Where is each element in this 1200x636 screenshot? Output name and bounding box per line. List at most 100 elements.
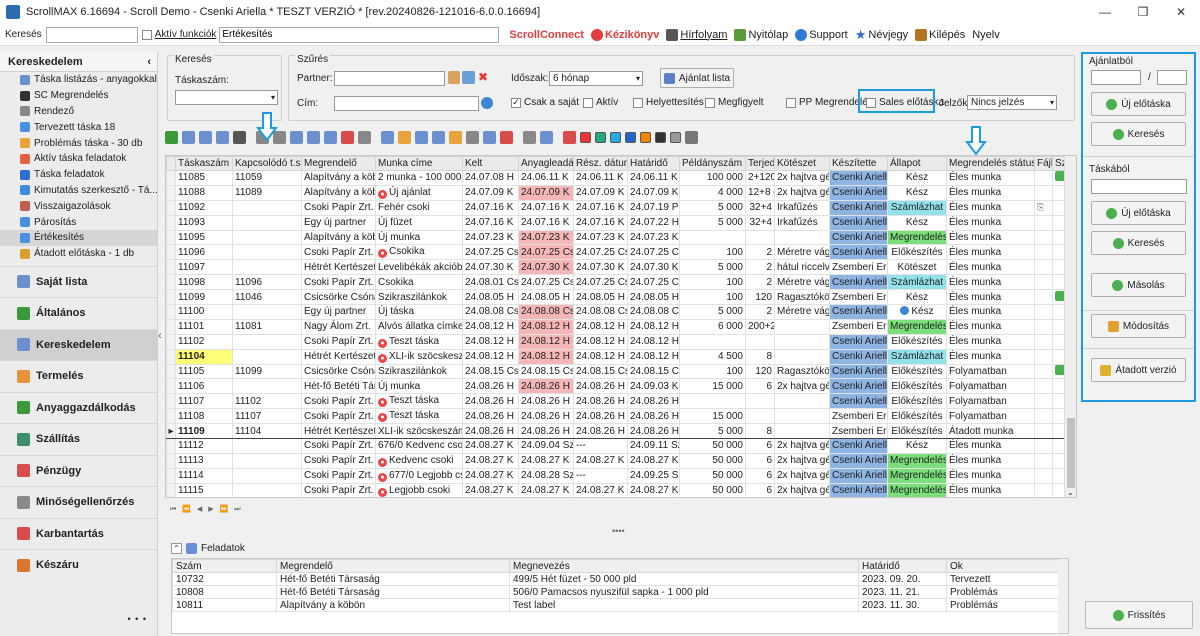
column-header[interactable]: Munka címe (375, 156, 463, 171)
scroll-thumb[interactable] (1067, 418, 1075, 488)
table-row[interactable]: 11096 Csoki Papír Zrt. ● Csokika 24.07.25 Cs… (166, 244, 1074, 261)
toolbar-icon[interactable] (415, 130, 428, 144)
nav-main-item[interactable]: Anyaggazdálkodás (0, 391, 157, 424)
table-row[interactable]: 11114 Csoki Papír Zrt.●677/0 Legjobb csok… (166, 467, 1074, 484)
checkbox-box[interactable] (786, 97, 796, 108)
global-search-input[interactable] (45, 26, 138, 43)
column-header[interactable]: Megrendelő (301, 156, 376, 171)
table-row[interactable]: 11100 Egy új partner Új táska 24.08.08 Cs 24… (166, 304, 1074, 320)
toolbar-icon[interactable] (685, 130, 698, 144)
table-row[interactable]: 11104 Hétrét Kertészeti K●XLI-ik szöcskes… (166, 348, 1074, 365)
nav-main-item[interactable]: Kereskedelem (0, 328, 157, 361)
toolbar-icon[interactable] (625, 131, 636, 143)
close-button[interactable]: ✕ (1162, 0, 1200, 24)
table-row[interactable]: 1110511099Csicsörke Csónakh.Szikraszilán… (166, 363, 1074, 380)
nav-subitem[interactable]: Aktív táska feladatok (0, 151, 157, 167)
nav-subitem[interactable]: Párosítás (0, 214, 157, 230)
table-row[interactable]: 11102 Csoki Papír Zrt. ● Teszt táska 24.08.1… (166, 333, 1074, 350)
partner-person-icon[interactable] (448, 71, 460, 84)
active-functions-input[interactable] (219, 26, 500, 43)
table-row[interactable]: 11101 11081 Nagy Álom Zrt. Alvós állatka cí… (166, 318, 1074, 335)
toolbar-icon[interactable] (449, 130, 462, 144)
menu-nyelv[interactable]: Nyelv (972, 29, 1000, 41)
row-indicator[interactable] (166, 438, 176, 454)
menu-kilepes[interactable]: Kilépés (915, 28, 965, 41)
tasks-column-header[interactable]: Szám (172, 559, 277, 573)
row-indicator[interactable] (166, 229, 176, 246)
row-indicator[interactable] (166, 214, 176, 231)
filter-checkbox[interactable]: Aktív (583, 97, 618, 108)
active-functions-checkbox[interactable] (141, 29, 152, 40)
nav-main-item[interactable]: Szállítás (0, 423, 157, 455)
table-row[interactable]: 1108811089Alapítvány a köbör●Új ajánlat2… (166, 184, 1074, 201)
bag-number-combo[interactable]: ▾ (175, 90, 278, 105)
minimize-button[interactable]: — (1086, 0, 1124, 24)
offer-version-input[interactable] (1157, 70, 1187, 85)
menu-scrollconnect[interactable]: ScrollConnect (509, 29, 584, 41)
attachment-icon[interactable]: ⎘ (1037, 202, 1044, 213)
column-header[interactable]: Kelt (462, 156, 519, 171)
partner-list-icon[interactable] (462, 71, 475, 84)
table-row[interactable]: 11097 Hétrét Kertészeti KLevelibékák akci… (166, 259, 1074, 276)
table-row[interactable]: 11095Alapítvány a köbörÚj munka24.07.23 … (166, 229, 1074, 246)
tasks-column-header[interactable]: Megnevezés (509, 559, 859, 573)
toolbar-icon[interactable] (381, 130, 394, 144)
row-indicator[interactable] (166, 408, 176, 425)
bag-source-input[interactable] (1091, 179, 1187, 194)
toolbar-icon[interactable] (523, 130, 536, 144)
menu-support[interactable]: Support (795, 28, 848, 41)
copy-button[interactable]: Másolás (1091, 273, 1186, 297)
row-indicator[interactable] (166, 333, 176, 350)
table-row[interactable]: 11098 11096 Csoki Papír Zrt. Csokika 24.08.0… (166, 274, 1074, 291)
toolbar-icon[interactable] (307, 130, 320, 144)
task-row[interactable]: 10808 Hét-fő Betéti Társaság 506/0 Pamacso… (172, 585, 1061, 599)
filter-checkbox[interactable]: Helyettesítés (633, 97, 704, 108)
checkbox-box[interactable] (583, 97, 593, 108)
toolbar-icon[interactable] (466, 130, 479, 144)
nav-main-item[interactable]: Pénzügy (0, 454, 157, 487)
checkbox-box[interactable] (633, 97, 643, 108)
row-indicator[interactable] (166, 304, 176, 320)
table-row[interactable]: 11112 Csoki Papír Zrt. 676/0 Kedvenc csoki… (166, 438, 1074, 454)
column-header[interactable]: Állapot (887, 156, 947, 171)
menu-nevjegy[interactable]: ★ Névjegy (855, 27, 908, 43)
new-pre-bag-button[interactable]: Új előtáska (1091, 92, 1186, 116)
toolbar-icon[interactable] (610, 131, 621, 143)
nav-subitem[interactable]: Visszaigazolások (0, 198, 157, 214)
row-indicator[interactable]: ▸ (166, 423, 176, 440)
nav-subitem[interactable]: Értékesítés (0, 229, 157, 246)
nav-main-item[interactable]: Általános (0, 297, 157, 329)
column-header[interactable]: Fájl (1034, 156, 1053, 171)
menu-nyitolap[interactable]: Nyitólap (734, 28, 788, 41)
toolbar-icon[interactable] (563, 130, 576, 144)
row-indicator[interactable] (166, 170, 176, 186)
period-select[interactable]: 6 hónap ▾ (549, 71, 643, 86)
table-row[interactable]: 11092 Csoki Papír Zrt. Fehér csoki 24.07.16… (166, 199, 1074, 216)
row-indicator[interactable] (166, 348, 176, 365)
column-header[interactable]: Példányszám (679, 156, 746, 171)
tasks-column-header[interactable]: Megrendelő (276, 559, 510, 573)
toolbar-icon[interactable] (540, 130, 553, 144)
table-row[interactable]: 11115 Csoki Papír Zrt. ● Legjobb csoki 24.08… (166, 482, 1074, 497)
nav-subitem[interactable]: Tervezett táska 18 (0, 119, 157, 135)
row-indicator[interactable] (166, 184, 176, 201)
toolbar-icon[interactable] (595, 131, 606, 143)
offer-list-button[interactable]: Ajánlat lista (660, 68, 734, 88)
grid-vertical-scrollbar[interactable]: ⌄ (1064, 156, 1076, 497)
bag-search-button[interactable]: Keresés (1091, 231, 1186, 255)
row-indicator[interactable] (166, 378, 176, 395)
row-indicator[interactable] (166, 199, 176, 216)
edit-icon[interactable] (186, 542, 197, 554)
toolbar-icon[interactable] (655, 131, 666, 143)
toolbar-icon[interactable] (483, 130, 496, 144)
row-indicator[interactable] (166, 482, 176, 497)
row-indicator[interactable] (166, 393, 176, 410)
flags-select[interactable]: Nincs jelzés ▾ (967, 95, 1057, 110)
table-row[interactable]: 1109911046Csicsörke Csónakh.Szikraszilán… (166, 289, 1074, 306)
modify-button[interactable]: Módosítás (1091, 314, 1186, 338)
task-row[interactable]: 10732 Hét-fő Betéti Társaság 499/5 Hét füz… (172, 572, 1061, 586)
address-help-icon[interactable] (481, 97, 493, 109)
column-header[interactable]: Táskaszám (175, 156, 233, 171)
toolbar-icon[interactable] (500, 130, 513, 144)
tasks-column-header[interactable]: Határidő (858, 559, 947, 573)
